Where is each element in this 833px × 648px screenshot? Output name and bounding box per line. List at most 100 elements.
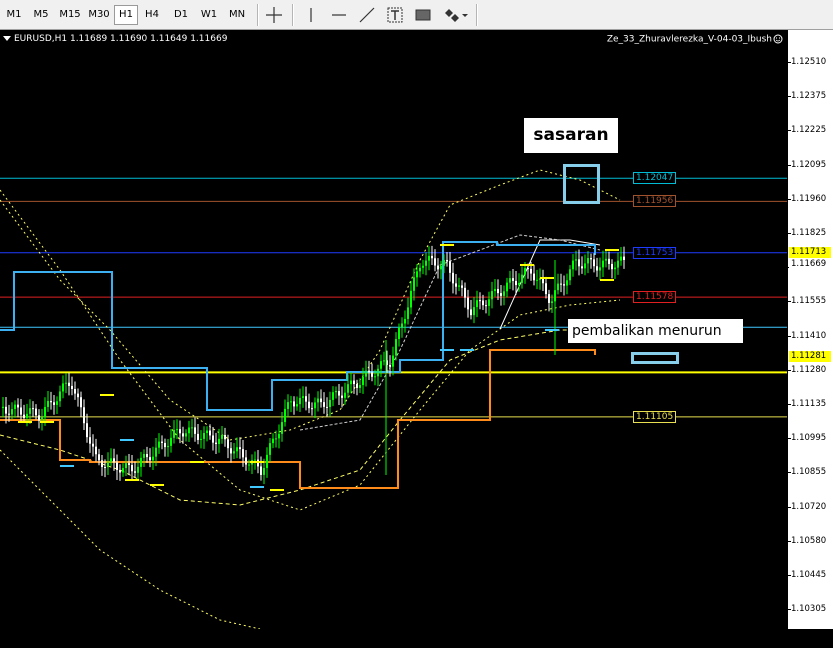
price-axis[interactable]: 1.12510 1.12375 1.12225 1.12095 1.11960 1.118… <box>787 30 833 648</box>
candle-body <box>530 268 532 274</box>
candle-body <box>134 471 136 473</box>
symbol-info: EURUSD,H1 1.11689 1.11690 1.11649 1.1166… <box>3 34 227 44</box>
candle-body <box>524 268 526 275</box>
candle-body <box>545 283 547 295</box>
level-label[interactable]: 1.11578 <box>633 291 677 304</box>
candle-body <box>161 441 163 443</box>
candle-body <box>125 463 127 469</box>
candle-body <box>512 278 514 281</box>
upper-band <box>0 169 621 441</box>
reversal-annotation[interactable]: pembalikan menurun <box>568 319 743 343</box>
candle-body <box>104 467 106 469</box>
candle-body <box>68 382 70 386</box>
candle-body <box>128 463 130 466</box>
candle-body <box>488 299 490 306</box>
target-annotation[interactable]: sasaran <box>524 118 618 153</box>
candle-body <box>41 417 43 421</box>
price-tick: 1.10580 <box>787 535 827 546</box>
triangle-down-icon <box>3 36 11 41</box>
candle-body <box>281 422 283 434</box>
candle-body <box>215 442 217 445</box>
timeframe-w1[interactable]: W1 <box>196 5 222 25</box>
candle-body <box>614 267 616 270</box>
candle-body <box>410 290 412 308</box>
candle-body <box>83 407 85 424</box>
candle-body <box>362 376 364 386</box>
candle-body <box>290 401 292 403</box>
candle-body <box>527 268 529 270</box>
candle-body <box>467 297 469 310</box>
candle-body <box>563 284 565 286</box>
text-label-icon[interactable] <box>384 4 406 26</box>
timeframe-m1[interactable]: M1 <box>2 5 26 25</box>
candle-body <box>44 406 46 418</box>
level-label[interactable]: 1.11956 <box>633 195 677 208</box>
trendline-icon[interactable] <box>356 4 378 26</box>
candle-body <box>593 259 595 267</box>
candle-body <box>449 261 451 273</box>
candle-body <box>338 391 340 396</box>
candle-body <box>137 466 139 473</box>
reversal-box[interactable] <box>631 352 679 364</box>
candle-body <box>416 271 418 278</box>
price-tick: 1.10305 <box>787 604 827 615</box>
candle-body <box>59 391 61 402</box>
candle-body <box>50 400 52 403</box>
timeframe-m5[interactable]: M5 <box>28 5 54 25</box>
candle-body <box>224 434 226 440</box>
target-box[interactable] <box>563 164 600 204</box>
level-label[interactable]: 1.11105 <box>633 410 677 423</box>
candle-body <box>548 294 550 303</box>
candle-body <box>245 457 247 465</box>
level-label[interactable]: 1.12047 <box>633 172 677 185</box>
candle-body <box>398 327 400 340</box>
candle-body <box>284 408 286 423</box>
timeframe-mn[interactable]: MN <box>224 5 250 25</box>
candle-body <box>257 459 259 467</box>
candle-body <box>173 429 175 438</box>
candle-body <box>212 435 214 443</box>
candle-body <box>356 384 358 388</box>
price-tick: 1.10445 <box>787 570 827 580</box>
mid-band <box>0 329 620 506</box>
candle-body <box>266 454 268 469</box>
candle-body <box>53 402 55 405</box>
candle-body <box>590 258 592 260</box>
candle-body <box>317 398 319 403</box>
candle-body <box>395 339 397 356</box>
crosshair-icon[interactable] <box>263 4 285 26</box>
timeframe-h4[interactable]: H4 <box>140 5 164 25</box>
shapes-menu-icon[interactable] <box>440 4 470 26</box>
candle-body <box>98 454 100 461</box>
timeframe-d1[interactable]: D1 <box>168 5 194 25</box>
price-chart[interactable]: EURUSD,H1 1.11689 1.11690 1.11649 1.1166… <box>0 30 787 629</box>
level-label[interactable]: 1.11753 <box>633 246 677 259</box>
candle-body <box>269 443 271 455</box>
candle-body <box>131 465 133 472</box>
candle-body <box>11 409 13 415</box>
candle-body <box>335 391 337 393</box>
candle-body <box>578 259 580 267</box>
candle-body <box>32 408 34 410</box>
candle-body <box>560 283 562 285</box>
candle-body <box>461 285 463 288</box>
candle-body <box>287 402 289 409</box>
timeframe-m15[interactable]: M15 <box>56 5 84 25</box>
candle-body <box>518 282 520 286</box>
candle-body <box>476 300 478 308</box>
price-tick: 1.12375 <box>787 91 827 102</box>
rectangle-icon[interactable] <box>412 4 434 26</box>
toolbar-separator <box>292 4 294 26</box>
candle-body <box>446 259 448 262</box>
candle-body <box>155 447 157 457</box>
price-tick: 1.12510 <box>787 57 827 67</box>
timeframe-m30[interactable]: M30 <box>86 5 112 25</box>
vertical-line-icon[interactable] <box>300 4 322 26</box>
candle-body <box>29 408 31 414</box>
candle-body <box>230 448 232 454</box>
price-badge-yellow: 1.11713 <box>789 247 831 258</box>
candle-body <box>182 433 184 437</box>
timeframe-h1[interactable]: H1 <box>114 5 138 25</box>
horizontal-line-icon[interactable] <box>328 4 350 26</box>
candle-body <box>425 260 427 266</box>
